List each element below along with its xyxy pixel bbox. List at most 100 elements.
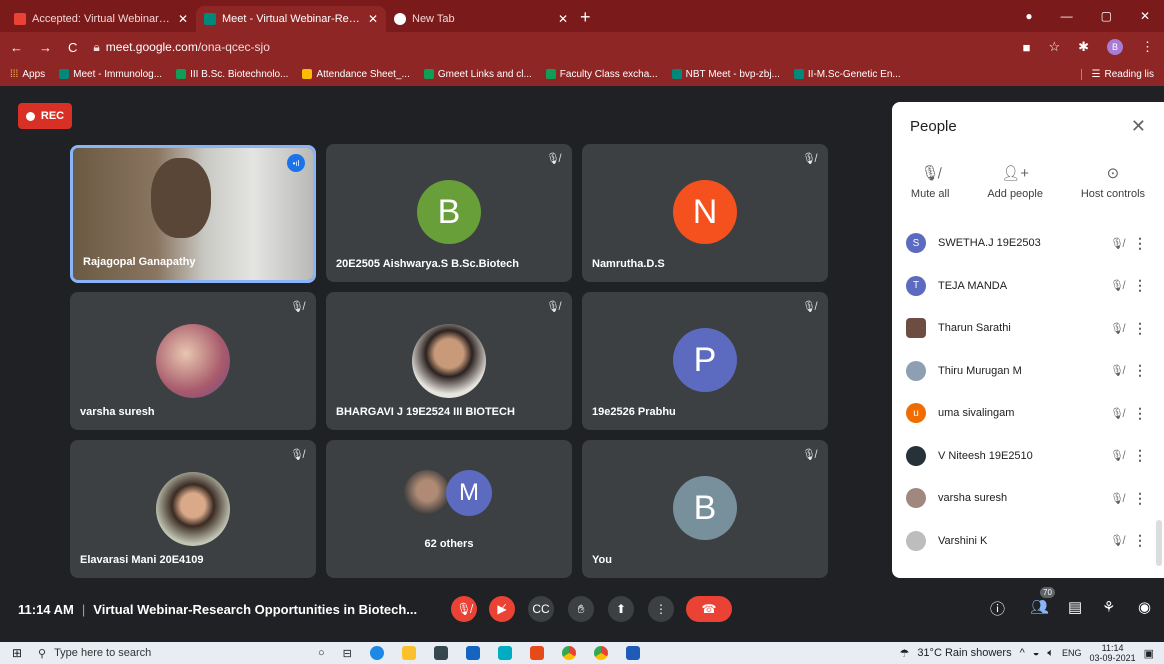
list-item[interactable]: Varshini K 🎙︎̸ ⋮ [892, 520, 1164, 563]
chrome-icon[interactable] [561, 646, 576, 660]
browser-tab-meet[interactable]: Meet - Virtual Webinar-Resea ✕ [196, 6, 386, 32]
present-button[interactable]: ⬆ [608, 596, 634, 622]
more-options-icon[interactable]: ⋮ [1130, 235, 1150, 252]
taskbar-search[interactable]: ⚲ Type here to search [38, 647, 278, 660]
raise-hand-button[interactable]: ✋︎ [568, 596, 594, 622]
reading-list-button[interactable]: ☰ Reading lis [1080, 68, 1154, 80]
star-icon[interactable]: ☆ [1048, 39, 1060, 55]
participant-tile-speaker[interactable]: •ıl Rajagopal Ganapathy [70, 145, 316, 283]
participant-name: varsha suresh [80, 406, 155, 418]
file-explorer-icon[interactable] [401, 646, 416, 660]
list-item[interactable]: V Niteesh 19E2510 🎙︎̸ ⋮ [892, 435, 1164, 478]
list-item[interactable]: T TEJA MANDA 🎙︎̸ ⋮ [892, 265, 1164, 308]
info-icon[interactable]: ⓘ [990, 598, 1005, 619]
list-item[interactable]: S SWETHA.J 19E2503 🎙︎̸ ⋮ [892, 222, 1164, 265]
maximize-button[interactable]: ▢ [1101, 9, 1112, 23]
app-icon[interactable] [497, 646, 512, 660]
close-window-button[interactable]: ✕ [1140, 9, 1150, 23]
bookmark-item[interactable]: Meet - Immunolog... [59, 69, 162, 80]
store-icon[interactable] [433, 646, 448, 660]
notification-icon[interactable]: ▣ [1144, 647, 1154, 660]
bookmark-item[interactable]: NBT Meet - bvp-zbj... [671, 69, 780, 80]
language-indicator[interactable]: ENG [1062, 648, 1082, 658]
url-field[interactable]: 🔒︎ meet.google.com/ona-qcec-sjo [93, 40, 1006, 55]
mute-all-button[interactable]: 🎙︎̸ Mute all [911, 164, 950, 200]
self-tile[interactable]: 🎙︎̸ B You [582, 440, 828, 578]
mail-icon[interactable] [465, 646, 480, 660]
task-view-icon[interactable]: ⊟ [343, 647, 352, 660]
mic-toggle-button[interactable]: 🎙︎̸ [451, 596, 477, 622]
weather-text[interactable]: 31°C Rain showers [917, 647, 1011, 659]
close-tab-icon[interactable]: ✕ [558, 12, 568, 26]
close-icon[interactable]: ✕ [1131, 116, 1146, 137]
participant-tile[interactable]: 🎙︎̸ P 19e2526 Prabhu [582, 292, 828, 430]
reload-icon[interactable]: C [68, 40, 77, 55]
extensions-icon[interactable]: ✱ [1078, 39, 1089, 55]
bookmark-item[interactable]: II-M.Sc-Genetic En... [793, 69, 901, 80]
bookmark-item[interactable]: Attendance Sheet_... [302, 69, 410, 80]
leave-call-button[interactable]: ☎ [686, 596, 732, 622]
list-item[interactable]: u uma sivalingam 🎙︎̸ ⋮ [892, 392, 1164, 435]
add-people-button[interactable]: 👤︎+ Add people [987, 164, 1043, 200]
host-controls-icon[interactable]: ◉ [1138, 598, 1151, 616]
participant-tile[interactable]: 🎙︎̸ Elavarasi Mani 20E4109 [70, 440, 316, 578]
participant-tile[interactable]: 🎙︎̸ N Namrutha.D.S [582, 144, 828, 282]
list-item[interactable]: varsha suresh 🎙︎̸ ⋮ [892, 477, 1164, 520]
mic-off-icon[interactable]: 🎙︎̸ [1104, 534, 1130, 547]
more-options-icon[interactable]: ⋮ [1130, 405, 1150, 422]
participant-tile[interactable]: 🎙︎̸ varsha suresh [70, 292, 316, 430]
bookmark-item[interactable]: Faculty Class excha... [545, 69, 658, 80]
scrollbar[interactable] [1156, 520, 1162, 566]
more-options-icon[interactable]: ⋮ [1130, 277, 1150, 294]
close-tab-icon[interactable]: ✕ [178, 12, 188, 26]
new-tab-button[interactable]: + [580, 7, 591, 28]
windows-start-icon[interactable]: ⊞ [12, 646, 22, 660]
others-tile[interactable]: M 62 others [326, 440, 572, 578]
participant-tile[interactable]: 🎙︎̸ B 20E2505 Aishwarya.S B.Sc.Biotech [326, 144, 572, 282]
activities-icon[interactable]: ⚘ [1102, 598, 1115, 616]
chat-icon[interactable]: ▤ [1068, 598, 1082, 616]
mic-off-icon[interactable]: 🎙︎̸ [1104, 322, 1130, 335]
more-options-button[interactable]: ⋮ [648, 596, 674, 622]
browser-tab-newtab[interactable]: New Tab ✕ [386, 6, 576, 32]
browser-tab-gmail[interactable]: Accepted: Virtual Webinar-Resea ✕ [6, 6, 196, 32]
volume-icon[interactable]: 🔈︎ [1047, 647, 1054, 660]
menu-icon[interactable]: ⋮ [1141, 39, 1154, 55]
more-options-icon[interactable]: ⋮ [1130, 532, 1150, 549]
camera-toggle-button[interactable]: ▶̸ [489, 596, 515, 622]
profile-avatar[interactable]: B [1107, 39, 1123, 55]
bookmark-item[interactable]: Gmeet Links and cl... [423, 69, 532, 80]
mic-off-icon[interactable]: 🎙︎̸ [1104, 237, 1130, 250]
mic-off-icon[interactable]: 🎙︎̸ [1104, 492, 1130, 505]
cortana-icon[interactable]: ○ [318, 647, 325, 659]
close-tab-icon[interactable]: ✕ [368, 12, 378, 26]
more-options-icon[interactable]: ⋮ [1130, 320, 1150, 337]
participant-tile[interactable]: 🎙︎̸ BHARGAVI J 19E2524 III BIOTECH [326, 292, 572, 430]
people-icon[interactable]: 👥︎ [1030, 598, 1049, 616]
bookmark-apps[interactable]: ⁞⁞⁞ Apps [10, 69, 45, 80]
captions-button[interactable]: CC [528, 596, 554, 622]
back-icon[interactable]: ← [10, 40, 23, 55]
bookmark-item[interactable]: III B.Sc. Biotechnolo... [176, 69, 288, 80]
network-icon[interactable]: ◒ [1033, 647, 1040, 659]
office-icon[interactable] [529, 646, 544, 660]
edge-icon[interactable] [369, 646, 384, 660]
mic-off-icon[interactable]: 🎙︎̸ [1104, 279, 1130, 292]
tray-chevron-icon[interactable]: ^ [1020, 647, 1025, 659]
participant-photo [156, 472, 230, 546]
mic-off-icon[interactable]: 🎙︎̸ [1104, 364, 1130, 377]
forward-icon[interactable]: → [39, 40, 52, 55]
more-options-icon[interactable]: ⋮ [1130, 447, 1150, 464]
chrome-profile-icon[interactable] [593, 646, 608, 660]
mic-off-icon[interactable]: 🎙︎̸ [1104, 449, 1130, 462]
more-options-icon[interactable]: ⋮ [1130, 490, 1150, 507]
more-options-icon[interactable]: ⋮ [1130, 362, 1150, 379]
host-controls-button[interactable]: ⊙ Host controls [1081, 164, 1145, 200]
minimize-button[interactable]: — [1061, 9, 1073, 23]
camera-icon[interactable]: ■ [1023, 40, 1031, 55]
word-icon[interactable] [625, 646, 640, 660]
clock[interactable]: 11:14 03-09-2021 [1090, 643, 1136, 663]
list-item[interactable]: Thiru Murugan M 🎙︎̸ ⋮ [892, 350, 1164, 393]
mic-off-icon[interactable]: 🎙︎̸ [1104, 407, 1130, 420]
list-item[interactable]: Tharun Sarathi 🎙︎̸ ⋮ [892, 307, 1164, 350]
